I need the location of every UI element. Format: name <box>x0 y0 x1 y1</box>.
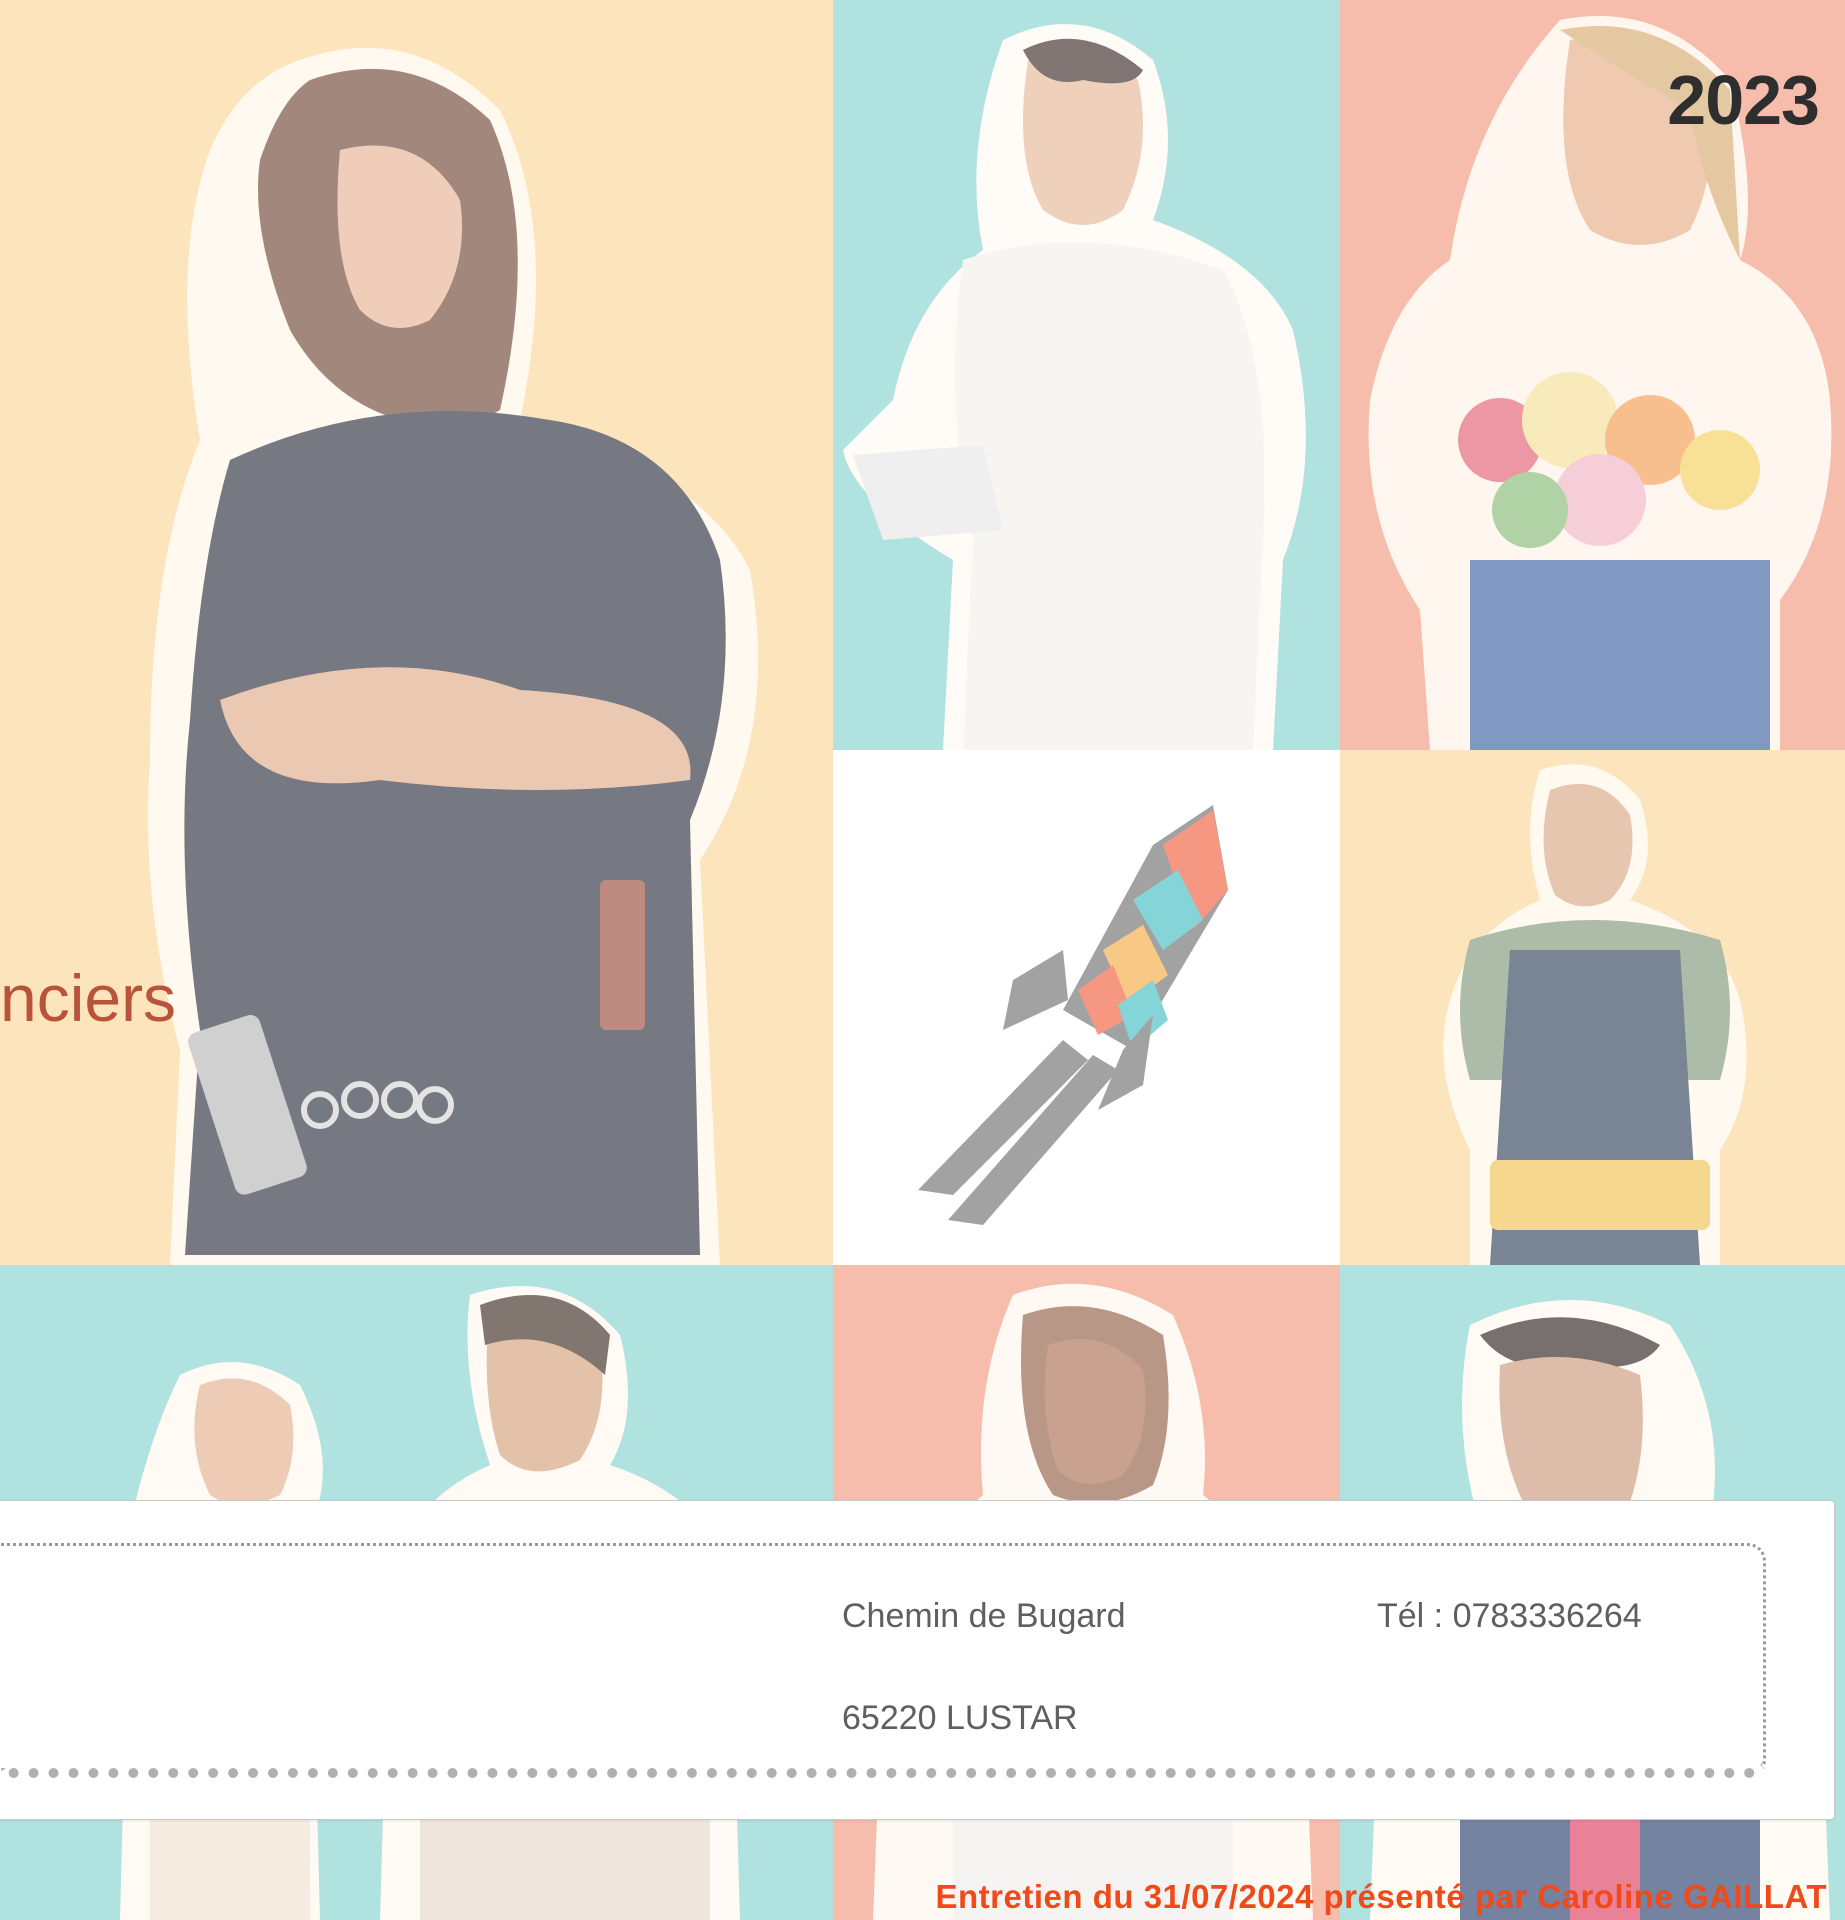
craftsman-person-icon <box>1443 764 1747 1265</box>
address-line-2: 65220 LUSTAR <box>842 1699 1078 1737</box>
contact-card-border <box>1 1543 1766 1778</box>
address-line-1: Chemin de Bugard <box>842 1597 1126 1635</box>
tile-hairdresser <box>0 0 833 1265</box>
rocket-icon <box>918 805 1228 1225</box>
tile-craftsman <box>1340 750 1845 1265</box>
phone-number: Tél : 0783336264 <box>1377 1597 1642 1635</box>
cover-year: 2023 <box>1667 61 1820 139</box>
tile-rocket <box>833 750 1340 1265</box>
footer-presentation-line: Entretien du 31/07/2024 présenté par Car… <box>935 1878 1827 1915</box>
nurse-person-icon <box>843 24 1306 750</box>
cover-partial-title: nciers <box>0 961 177 1035</box>
tile-nurse <box>833 0 1340 750</box>
hairdresser-person-icon <box>148 47 759 1265</box>
contact-card: Chemin de Bugard 65220 LUSTAR Tél : 0783… <box>0 1500 1835 1820</box>
